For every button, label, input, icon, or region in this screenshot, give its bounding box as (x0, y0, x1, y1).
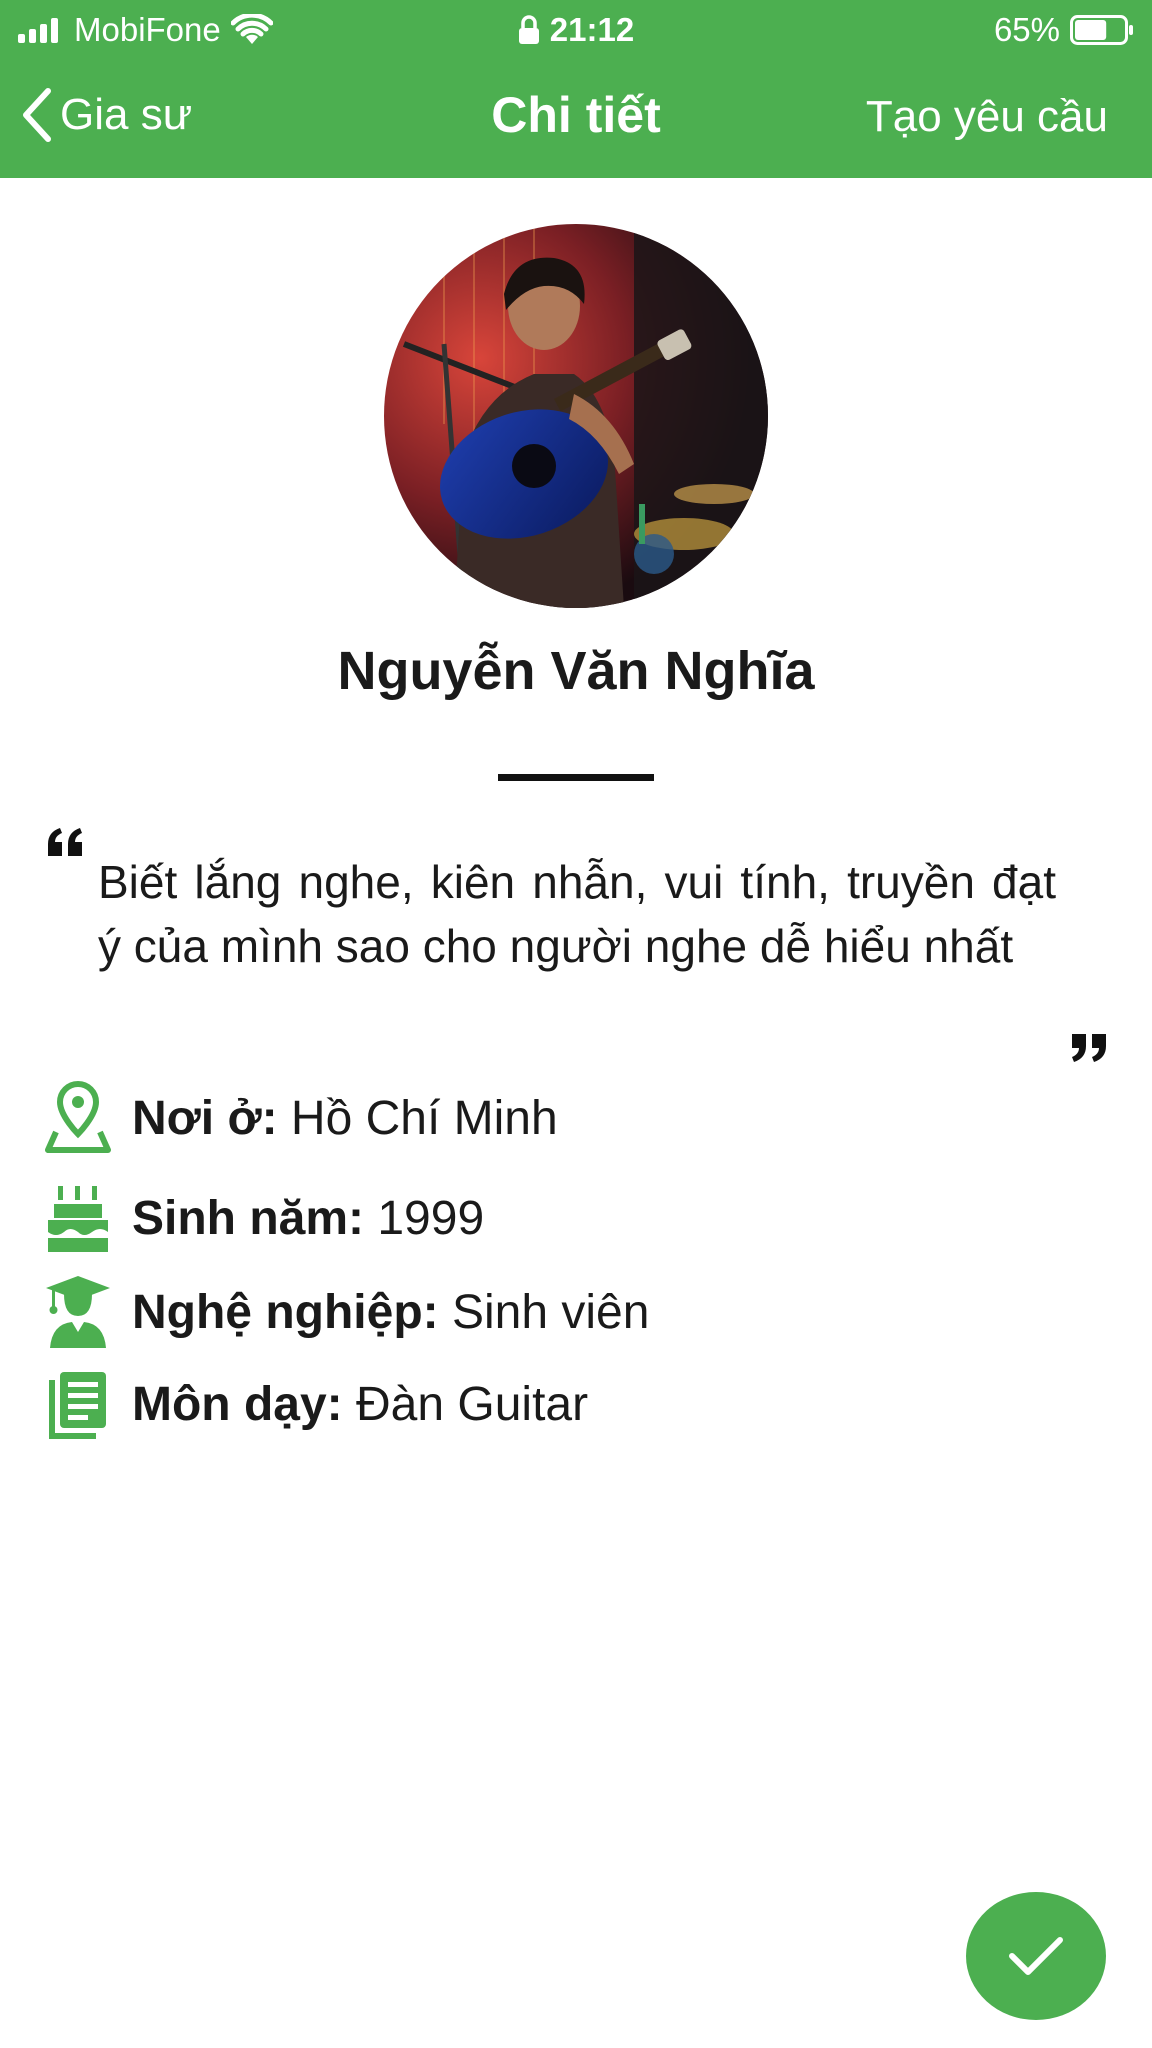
clock: 21:12 (549, 11, 635, 48)
subject-label: Môn dạy: (132, 1377, 343, 1431)
status-right: 65% (994, 10, 1134, 50)
status-center: 21:12 (0, 10, 1152, 50)
detail-row-location: Nơi ở: Hồ Chí Minh (44, 1080, 558, 1156)
checkmark-icon (1009, 1937, 1063, 1975)
occupation-label: Nghệ nghiệp: (132, 1285, 439, 1339)
quote-close-icon (1072, 1034, 1106, 1062)
graduate-icon (46, 1276, 110, 1348)
occupation-value: Sinh viên (438, 1285, 650, 1339)
birth-year-label: Sinh năm: (132, 1191, 365, 1245)
navigation-bar: Gia sư Chi tiết Tạo yêu cầu (0, 58, 1152, 178)
tutor-name: Nguyễn Văn Nghĩa (337, 641, 815, 701)
quote-open-icon (48, 828, 82, 856)
map-pin-icon (45, 1080, 111, 1153)
birth-year-value: 1999 (364, 1191, 485, 1245)
location-label: Nơi ở: (132, 1091, 278, 1145)
subject-value: Đàn Guitar (342, 1377, 589, 1431)
bio-text: Biết lắng nghe, kiên nhẫn, vui tính, tru… (98, 856, 1056, 972)
name-divider (498, 774, 654, 781)
birthday-cake-icon (48, 1186, 108, 1252)
battery-percentage: 65% (993, 11, 1060, 48)
book-icon (49, 1372, 106, 1439)
avatar-photo (384, 224, 768, 608)
detail-row-occupation: Nghệ nghiệp: Sinh viên (44, 1274, 649, 1350)
location-value: Hồ Chí Minh (277, 1091, 558, 1145)
create-request-button[interactable]: Tạo yêu cầu (866, 82, 1108, 152)
avatar (384, 224, 768, 608)
battery-icon (1070, 15, 1133, 45)
lock-icon (518, 15, 539, 44)
status-bar: MobiFone 21:12 65% (0, 0, 1152, 58)
detail-row-subject: Môn dạy: Đàn Guitar (44, 1366, 588, 1442)
confirm-button[interactable] (966, 1892, 1106, 2020)
detail-row-birth-year: Sinh năm: 1999 (44, 1180, 484, 1256)
app-header: MobiFone 21:12 65% Gia sư Chi tiết Tạo y… (0, 0, 1152, 178)
